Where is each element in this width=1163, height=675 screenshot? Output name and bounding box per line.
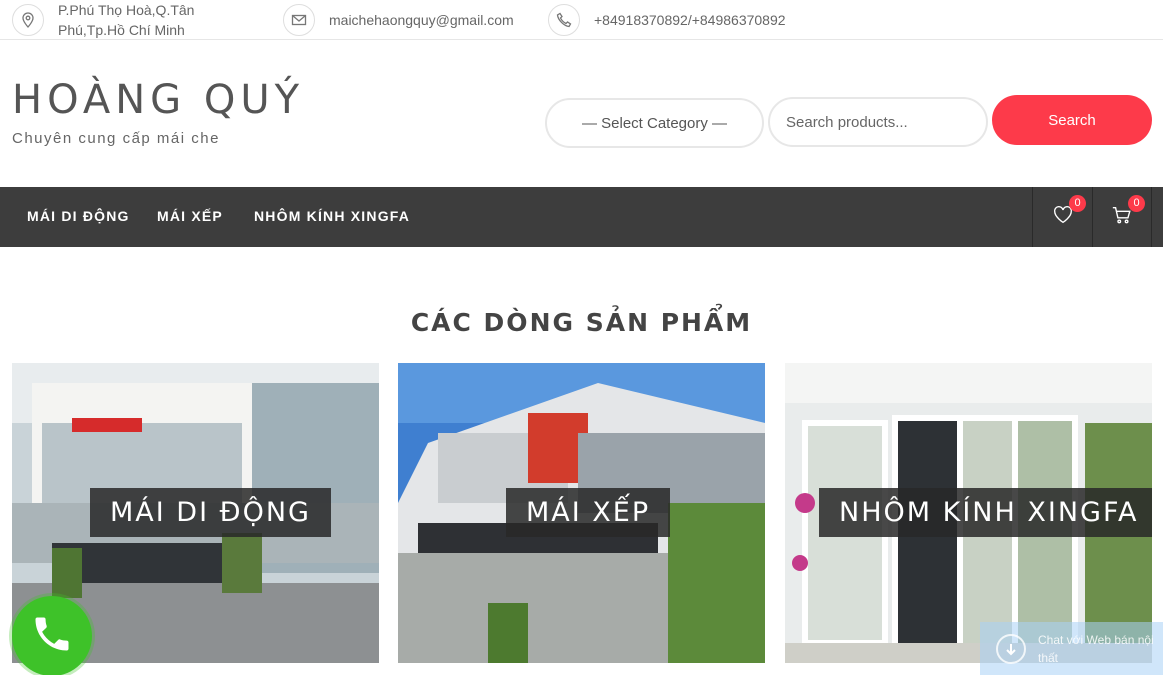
section-title: CÁC DÒNG SẢN PHẨM [410, 308, 753, 337]
address-text: P.Phú Thọ Hoà,Q.Tân Phú,Tp.Hồ Chí Minh [58, 1, 195, 38]
top-bar: P.Phú Thọ Hoà,Q.Tân Phú,Tp.Hồ Chí Minh m… [0, 0, 1163, 40]
nav-item-mai-xep[interactable]: MÁI XẾP [157, 187, 223, 247]
cart-button[interactable]: 0 [1092, 187, 1152, 247]
chat-arrow-icon [996, 633, 1026, 664]
cart-count-badge: 0 [1128, 195, 1145, 212]
category-label: MÁI XẾP [506, 488, 671, 537]
category-card-nhom-kinh-xingfa[interactable]: NHÔM KÍNH XINGFA [785, 363, 1152, 663]
chat-text: Chat với Web bán nội thất [1038, 632, 1154, 665]
envelope-icon [283, 3, 315, 36]
phone-icon [548, 3, 580, 36]
search-button[interactable]: Search [992, 95, 1152, 145]
wishlist-count-badge: 0 [1069, 195, 1086, 212]
main-nav: MÁI DI ĐỘNG MÁI XẾP NHÔM KÍNH XINGFA 0 0 [0, 187, 1163, 247]
search-input[interactable] [768, 97, 988, 147]
address-item: P.Phú Thọ Hoà,Q.Tân Phú,Tp.Hồ Chí Minh [12, 0, 208, 39]
email-item[interactable]: maichehaongquy@gmail.com [283, 0, 514, 39]
site-title[interactable]: HOÀNG QUÝ [12, 76, 304, 124]
site-tagline: Chuyên cung cấp mái che [12, 130, 220, 147]
map-pin-icon [12, 3, 44, 36]
category-label: MÁI DI ĐỘNG [90, 488, 331, 537]
category-select[interactable]: — Select Category — [545, 98, 764, 148]
phone-icon [30, 612, 74, 661]
phone-link[interactable]: +84918370892/+84986370892 [594, 10, 786, 30]
category-card-mai-xep[interactable]: MÁI XẾP [398, 363, 765, 663]
nav-item-mai-di-dong[interactable]: MÁI DI ĐỘNG [27, 187, 130, 247]
chat-widget[interactable]: Chat với Web bán nội thất [980, 622, 1163, 675]
email-link[interactable]: maichehaongquy@gmail.com [329, 10, 514, 30]
category-label: NHÔM KÍNH XINGFA [819, 488, 1152, 537]
call-button[interactable] [12, 596, 92, 675]
wishlist-button[interactable]: 0 [1032, 187, 1092, 247]
phone-item[interactable]: +84918370892/+84986370892 [548, 0, 786, 39]
nav-item-nhom-kinh-xingfa[interactable]: NHÔM KÍNH XINGFA [254, 187, 410, 247]
